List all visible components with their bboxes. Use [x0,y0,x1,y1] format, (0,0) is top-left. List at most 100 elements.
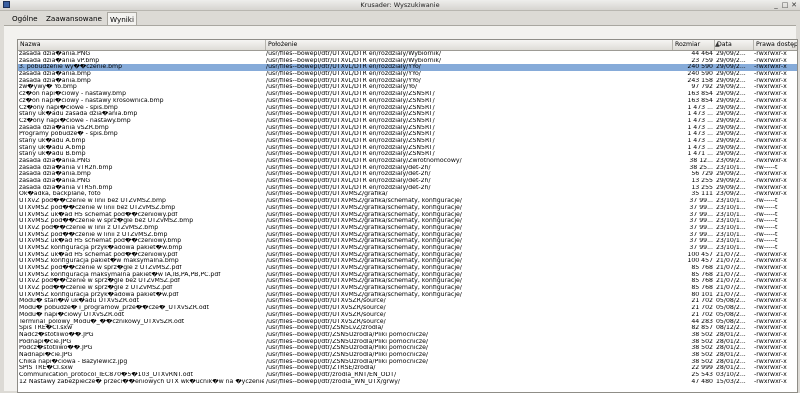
cell-date: 05/08/2... [716,305,746,312]
cell-date: 29/09/2... [716,144,746,151]
cell-date: 15/03/2... [716,378,746,385]
table-row[interactable]: 12 Nastawy zabezpiecze� przeci��eniowych… [18,379,797,386]
cell-name: UTXvMSZ konfiguracja przyk�adowa pakiet�… [19,291,179,298]
cell-permissions: -rwxrwxr-x [754,158,787,164]
cell-size: 100 457 [687,251,713,258]
cell-permissions: -rwxrwxr-x [754,97,787,104]
window-titlebar[interactable]: Krusader: Wyszukiwanie _ □ ✕ [0,0,800,11]
cell-location: /usr/files--bowepl/dtr/UTXvMSZ/grafika/s… [266,204,462,211]
table-row[interactable]: zasada dzia�ania vTR2h.bmp/usr/files--bo… [18,165,797,172]
table-row[interactable]: Programy pobudze� - spis.bmp/usr/files--… [18,131,797,138]
cell-location: /usr/files--bowepl/dtr/UTXvMSZ/grafika/s… [266,231,462,238]
cell-permissions: -rwxrwxr-x [754,144,787,151]
cell-location: /usr/files--bowepl/dtr/UTXvMSZ/grafika/s… [266,265,462,271]
column-header-permissions[interactable]: Prawa dostępu [754,40,797,50]
table-row[interactable]: UTXvMSZ pod��czenie w linii z UTZvMSZ.bm… [18,232,797,239]
cell-date: 29/09/2... [716,171,746,178]
cell-name: 12 Nastawy zabezpiecze� przeci��eniowych… [19,378,264,385]
table-row[interactable]: 3. pobudzenie wy��czenie.bmp/usr/files--… [18,64,797,72]
table-row[interactable]: Ok�adka, backplane, foto/usr/files--bowe… [18,191,797,198]
table-row[interactable]: UTXvMSZ konfiguracja przyk�adowa pakiet�… [18,245,797,252]
cell-permissions: -rwxrwxr-x [754,285,787,292]
table-row[interactable]: UTXvZ pod��czenie w sprz�gle bez UTZvMSZ… [18,278,797,285]
results-table[interactable]: Nazwa Położenie Rozmiar Data Prawa dostę… [17,39,798,393]
cell-location: /usr/files--bowepl/dtr/UTXvL/DTR en/rozd… [266,151,435,158]
cell-size: 1 473 ... [687,131,713,138]
table-row[interactable]: Podcz�stotliwo��.JPG/usr/files--bowepl/d… [18,345,797,352]
table-row[interactable]: UTXvZ pod��czenie w linii bez UTZvMSZ.bm… [18,198,797,205]
table-row[interactable]: Communication_protocol_IEC870�5�103_UTXv… [18,372,797,379]
cell-permissions: -rw-----t [754,204,778,211]
cell-size: 37 99... [689,244,713,251]
table-row[interactable]: zasada dzia�ania vSZR.bmp/usr/files--bow… [18,125,797,132]
table-row[interactable]: zasada dzia�ania.bmp/usr/files--bowepl/d… [18,171,797,178]
cell-name: Nadcz�stotliwo��.JPG [19,331,94,338]
maximize-button[interactable]: □ [781,1,789,9]
table-row[interactable]: cz�on napi�ciowy - nastawy.bmp/usr/files… [18,91,797,98]
column-header-name[interactable]: Nazwa [18,40,266,50]
cell-location: /usr/files--bowepl/dtr/UTXvL/DTR en/rozd… [266,57,442,64]
table-row[interactable]: Nadnapi�cie.JPG/usr/files--bowepl/dtr/ZS… [18,352,797,359]
table-row[interactable]: SPIS TRE�CI.sxw/usr/files--bowepl/dtr/ZT… [18,365,797,372]
table-row[interactable]: stany uk�adu A.bmp/usr/files--bowepl/dtr… [18,145,797,152]
tab-general[interactable]: Ogólne [10,13,40,24]
table-row[interactable]: zasada dzia�ania.bmp/usr/files--bowepl/d… [18,71,797,78]
table-row[interactable]: Modu� napi�ciowy UTXvSZR.odt/usr/files--… [18,312,797,319]
table-row[interactable]: zasada dzia�ania.PNG/usr/files--bowepl/d… [18,158,797,165]
table-row[interactable]: stany uk�adu B.bmp/usr/files--bowepl/dtr… [18,151,797,158]
table-row[interactable]: Podnapi�cie.JPG/usr/files--bowepl/dtr/ZS… [18,339,797,346]
cell-permissions: -rw-----t [754,164,778,171]
table-row[interactable]: UTXvMSZ pod��czenie w sprz�gle z UTZvMSZ… [18,265,797,272]
table-row[interactable]: Modu� stan�w uk�adu UTXvSZR.odt/usr/file… [18,298,797,305]
table-row[interactable]: UTXvMSZ uk�ad H5 schemat pod��czeniowy.p… [18,212,797,219]
minimize-button[interactable]: _ [772,1,780,9]
cell-date: 29/09/2... [716,104,746,111]
cell-name: Spis TRE�CI.sxw [19,325,73,332]
table-row[interactable]: UTXvMSZ pod��czenie w linii bez UTZvMSZ.… [18,205,797,212]
table-row[interactable]: stany uk�adu A.bmp/usr/files--bowepl/dtr… [18,138,797,145]
table-row[interactable]: UTXvMSZ uk�ad H5 schemat pod��czeniowy.b… [18,238,797,245]
cell-name: zasada dzia�ania.bmp [19,77,91,84]
cell-date: 29/09/2... [716,117,746,124]
table-row[interactable]: Modu� pobudze� i_programow_prze��cze�_UT… [18,305,797,312]
table-row[interactable]: zw�ywy� Yo.bmp/usr/files--bowepl/dtr/UTX… [18,84,797,91]
table-row[interactable]: UTXvMSZ konfiguracja pakiet�w maksymalna… [18,258,797,265]
cell-date: 29/09/2... [716,51,746,57]
table-row[interactable]: zasada dzia�ania.bmp/usr/files--bowepl/d… [18,78,797,85]
table-row[interactable]: UTXvZ pod��czenie w linii z UTZvMSZ.bmp /… [18,225,797,232]
table-row[interactable]: zasada dzia�ania.PNG/usr/files--bowepl/d… [18,178,797,185]
table-row[interactable]: Terminal_polowy_Modu�_��cznikowy_UTXvSZR… [18,319,797,326]
table-row[interactable]: zasada dzia�ania vTR5h.bmp/usr/files--bo… [18,185,797,192]
tab-results[interactable]: Wyniki [107,12,137,26]
table-row[interactable]: Cz�ony napi�ciowe - nastawy.bmp/usr/file… [18,118,797,125]
table-row[interactable]: stany uk�adu zasada dzia�ania.bmp/usr/fi… [18,111,797,118]
cell-date: 08/12/2... [716,325,746,332]
sort-ascending-icon: ▲ [715,41,720,48]
cell-size: 82 857 [691,325,713,332]
table-row[interactable]: Spis TRE�CI.sxw/usr/files--bowepl/dtr/ZS… [18,325,797,332]
table-row[interactable]: zasada dzia�ania vP.bmp/usr/files--bowep… [18,58,797,65]
table-row[interactable]: UTXvMSZ pod��czenie w sprz�gle bez UTZvM… [18,218,797,225]
tab-advanced[interactable]: Zaawansowane [44,13,104,24]
table-row[interactable]: Chika napi�ciowa - Bazylewicz.jpg/usr/fi… [18,359,797,366]
cell-location: /usr/files--bowepl/dtr/UTXvL/DTR en/rozd… [266,117,435,124]
cell-permissions: -rwxrwxr-x [754,137,787,144]
column-header-size[interactable]: Rozmiar [673,40,715,50]
table-row[interactable]: UTXvZ pod��czenie w sprz�gle z UTZvMSZ.p… [18,285,797,292]
cell-permissions: -rwxrwxr-x [754,291,787,298]
table-row[interactable]: Nadcz�stotliwo��.JPG/usr/files--bowepl/d… [18,332,797,339]
table-row[interactable]: UTXvMSZ uk�ad H5 schemat pod��czeniowy.p… [18,252,797,259]
cell-location: /usr/files--bowepl/dtr/UTXvSZR/source/ [266,305,386,312]
table-row[interactable]: cz�on napi�ciowy - nastawy krosownica.bm… [18,98,797,105]
close-button[interactable]: ✕ [790,1,798,9]
cell-location: /usr/files--bowepl/dtr/ZSN5Uzrodla/Pliki… [266,351,429,358]
table-row[interactable]: zasada dzia�ania.PNG/usr/files--bowepl/d… [18,51,797,58]
table-row[interactable]: UTXvMSZ konfiguracja przyk�adowa pakiet�… [18,292,797,299]
cell-name: cz�on napi�ciowy - nastawy krosownica.bm… [19,97,164,104]
table-row[interactable]: UTXvMSZ konfiguracja maksymalna pakiet�w… [18,272,797,279]
cell-size: 38 25... [689,164,713,171]
cell-size: 85 768 [691,265,713,271]
column-header-location[interactable]: Położenie [266,40,673,50]
column-header-date[interactable]: Data [715,40,754,50]
table-row[interactable]: Cz�ony napi�ciowe - spis.bmp/usr/files--… [18,105,797,112]
